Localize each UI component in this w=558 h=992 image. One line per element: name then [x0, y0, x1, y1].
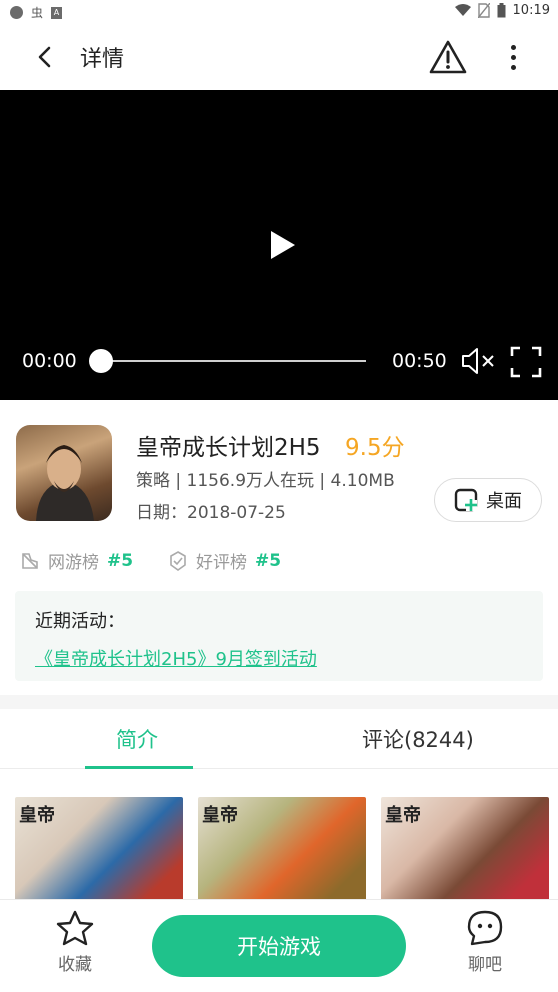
favorite-button[interactable]: 收藏 — [52, 910, 98, 975]
video-progress-knob[interactable] — [89, 349, 113, 373]
warning-icon — [429, 40, 467, 74]
top-bar: 详情 — [0, 24, 558, 90]
report-button[interactable] — [428, 38, 468, 76]
video-total-time: 00:50 — [392, 350, 447, 372]
more-vert-icon — [510, 44, 516, 50]
start-game-button[interactable]: 开始游戏 — [152, 915, 406, 977]
game-name: 皇帝成长计划2H5 — [136, 435, 321, 461]
chat-icon — [467, 910, 503, 946]
mute-icon[interactable] — [460, 346, 496, 376]
rank-good-value: #5 — [255, 550, 282, 571]
rank-online-label: 网游榜 — [48, 553, 99, 573]
battery-icon — [497, 3, 506, 18]
tab-intro[interactable]: 简介 — [116, 724, 158, 754]
game-icon — [16, 425, 112, 521]
bug-icon: 虫 — [31, 6, 44, 20]
add-to-desktop-label: 桌面 — [486, 491, 522, 512]
star-icon — [56, 910, 94, 946]
good-review-rank-icon — [170, 550, 186, 571]
add-desktop-icon — [454, 488, 478, 512]
back-arrow-icon — [38, 46, 51, 68]
status-bar: 虫 A 10:19 — [0, 0, 558, 24]
video-player[interactable]: 00:00 00:50 — [0, 90, 558, 400]
rank-online-value: #5 — [107, 550, 134, 571]
status-left: 虫 A — [10, 4, 63, 21]
video-progress-bar[interactable] — [98, 360, 366, 362]
game-screenshot[interactable]: 皇帝 — [15, 797, 183, 902]
more-button[interactable] — [496, 38, 530, 76]
tab-active-indicator — [85, 766, 193, 769]
chat-button[interactable]: 聊吧 — [462, 910, 508, 975]
notification-dot-icon — [10, 6, 23, 19]
chat-label: 聊吧 — [468, 955, 502, 975]
screenshot-title: 皇帝 — [19, 805, 55, 826]
status-right: 10:19 — [454, 3, 550, 18]
add-to-desktop-button[interactable]: 桌面 — [434, 478, 542, 522]
rank-good-reviews[interactable]: 好评榜 #5 — [168, 548, 281, 573]
section-divider — [0, 695, 558, 709]
recent-activity: 近期活动： 《皇帝成长计划2H5》9月签到活动 — [15, 591, 543, 681]
fullscreen-icon[interactable] — [510, 346, 542, 378]
favorite-label: 收藏 — [58, 955, 92, 975]
wifi-icon — [454, 4, 471, 16]
screenshot-title: 皇帝 — [385, 805, 421, 826]
online-game-rank-icon — [22, 552, 38, 569]
no-sim-icon — [477, 3, 490, 18]
activity-link[interactable]: 《皇帝成长计划2H5》9月签到活动 — [35, 645, 317, 671]
rank-good-label: 好评榜 — [196, 553, 247, 573]
bottom-bar: 收藏 开始游戏 聊吧 — [0, 899, 558, 992]
game-score: 9.5分 — [345, 435, 405, 461]
page-title: 详情 — [80, 47, 125, 72]
tab-comments[interactable]: 评论(8244) — [362, 724, 474, 754]
a-icon: A — [51, 6, 63, 19]
game-date: 日期：2018-07-25 — [136, 503, 286, 523]
activity-title: 近期活动： — [35, 611, 125, 632]
game-screenshot[interactable]: 皇帝 — [198, 797, 366, 902]
video-current-time: 00:00 — [22, 350, 77, 372]
play-icon[interactable] — [268, 229, 298, 261]
game-screenshot[interactable]: 皇帝 — [381, 797, 549, 902]
game-portrait-icon — [36, 445, 94, 521]
game-meta: 策略 | 1156.9万人在玩 | 4.10MB — [136, 471, 395, 491]
rank-online-games[interactable]: 网游榜 #5 — [20, 548, 133, 573]
screenshot-title: 皇帝 — [202, 805, 238, 826]
status-time: 10:19 — [512, 3, 550, 18]
tab-border — [0, 768, 558, 769]
back-button[interactable] — [28, 40, 62, 74]
